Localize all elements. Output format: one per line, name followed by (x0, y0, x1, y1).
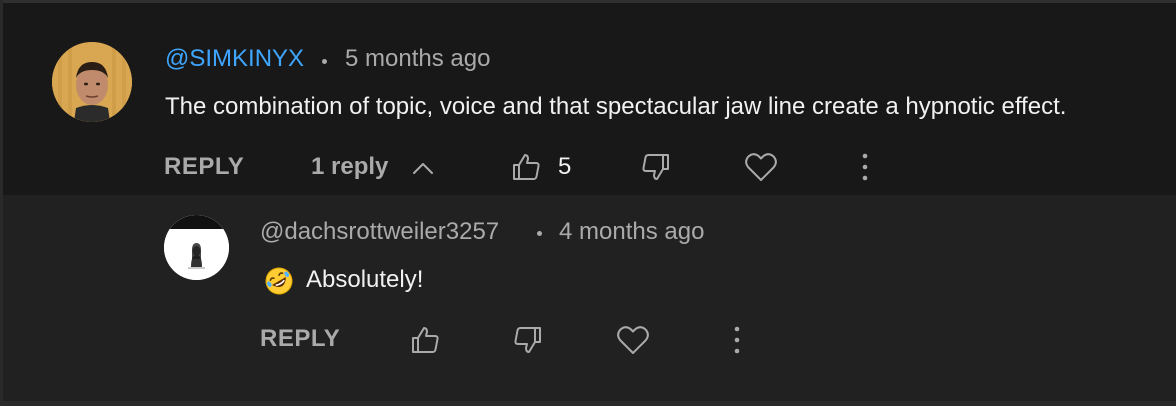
heart-icon[interactable] (744, 151, 778, 183)
reply-button[interactable]: REPLY (164, 153, 244, 181)
reply-text: Absolutely! (306, 266, 424, 293)
more-vert-icon[interactable] (855, 151, 875, 183)
heart-icon[interactable] (616, 324, 650, 356)
reply-author[interactable]: @dachsrottweiler3257 (260, 218, 499, 246)
bottom-border (0, 401, 1176, 406)
chevron-up-icon (411, 159, 435, 177)
thumbs-up-icon[interactable] (510, 151, 542, 183)
like-count: 5 (558, 153, 572, 180)
comment-timestamp[interactable]: 5 months ago (345, 45, 490, 73)
left-border (0, 0, 3, 406)
thumbs-up-icon[interactable] (409, 324, 441, 356)
comment-thread: @SIMKINYX 5 months ago The combination o… (0, 3, 1176, 195)
reply-button[interactable]: REPLY (260, 325, 340, 353)
rolling-on-floor-laughing-emoji-icon (264, 266, 294, 296)
separator-dot (322, 59, 327, 64)
avatar[interactable] (52, 42, 132, 122)
reply-avatar[interactable] (164, 215, 229, 280)
thumbs-down-icon[interactable] (512, 324, 544, 356)
more-vert-icon[interactable] (727, 324, 747, 356)
comment-author[interactable]: @SIMKINYX (165, 45, 304, 73)
comment-text: The combination of topic, voice and that… (165, 93, 1067, 120)
thumbs-down-icon[interactable] (640, 151, 672, 183)
reply-timestamp[interactable]: 4 months ago (559, 218, 704, 246)
separator-dot (537, 231, 542, 236)
replies-count: 1 reply (311, 153, 389, 180)
